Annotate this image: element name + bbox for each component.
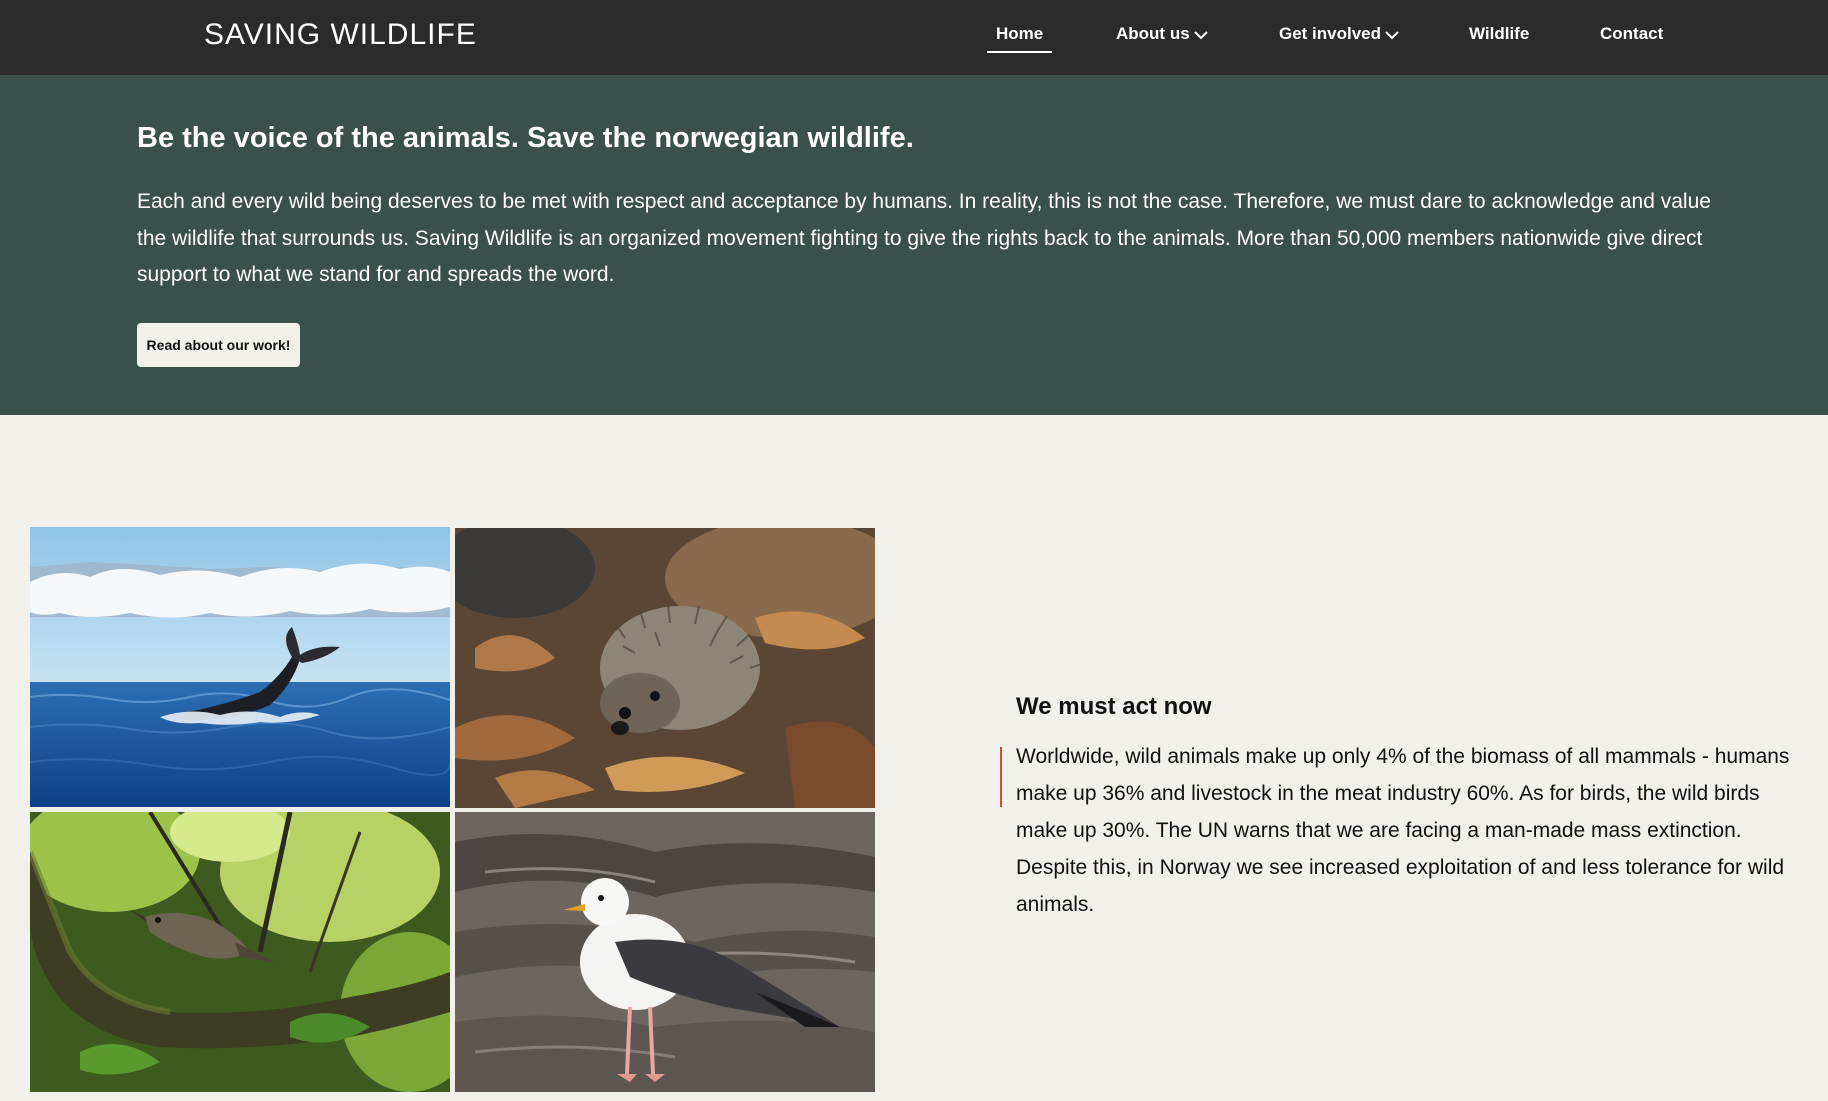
section-body: Worldwide, wild animals make up only 4% … bbox=[1016, 745, 1790, 916]
nav-item-home[interactable]: Home bbox=[986, 24, 1053, 53]
hedgehog-photo bbox=[455, 528, 875, 808]
act-now-section: We must act now Worldwide, wild animals … bbox=[1000, 693, 1816, 923]
nav-item-about-us[interactable]: About us bbox=[1116, 24, 1208, 45]
chevron-down-icon bbox=[1385, 25, 1399, 45]
bird-on-branch-photo bbox=[30, 812, 450, 1092]
section-heading: We must act now bbox=[1016, 693, 1212, 720]
read-about-our-work-button[interactable]: Read about our work! bbox=[137, 323, 300, 367]
nav-item-wildlife[interactable]: Wildlife bbox=[1469, 24, 1529, 44]
nav-item-label: Home bbox=[996, 24, 1044, 43]
nav-item-label: Contact bbox=[1600, 24, 1664, 43]
nav-item-contact[interactable]: Contact bbox=[1600, 24, 1663, 44]
nav-item-label: About us bbox=[1116, 24, 1190, 43]
hero-title: Be the voice of the animals. Save the no… bbox=[137, 122, 914, 154]
whale-tail-photo bbox=[30, 527, 450, 807]
nav-item-label: Wildlife bbox=[1469, 24, 1530, 43]
seagull-photo bbox=[455, 812, 875, 1092]
chevron-down-icon bbox=[1193, 25, 1208, 45]
nav-item-label: Get involved bbox=[1279, 24, 1382, 43]
top-navigation: SAVING WILDLIFE Home About us Get involv… bbox=[0, 0, 1828, 75]
accent-bar bbox=[1000, 747, 1002, 807]
hero-section: Be the voice of the animals. Save the no… bbox=[0, 75, 1828, 415]
nav-item-get-involved[interactable]: Get involved bbox=[1279, 24, 1399, 45]
hero-body: Each and every wild being deserves to be… bbox=[137, 190, 1711, 286]
site-logo[interactable]: SAVING WILDLIFE bbox=[204, 18, 477, 52]
